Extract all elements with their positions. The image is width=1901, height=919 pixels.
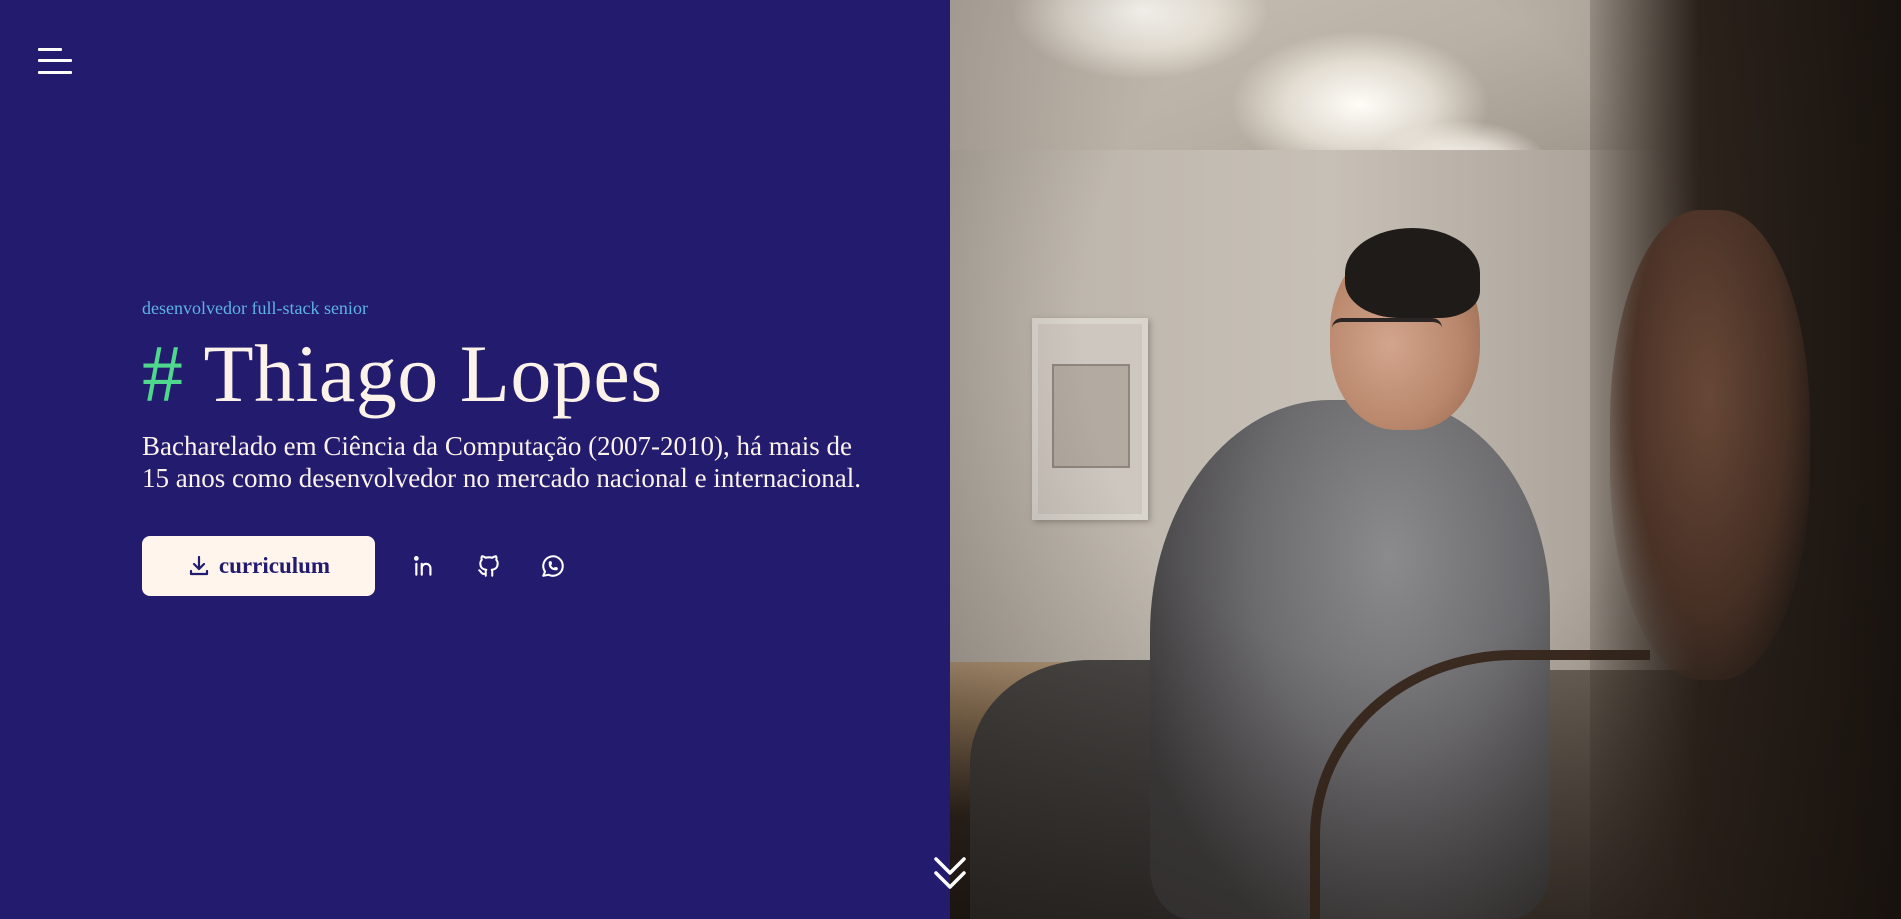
- hamburger-menu-icon[interactable]: [36, 46, 76, 78]
- menu-line: [38, 48, 62, 51]
- curriculum-label: curriculum: [218, 553, 331, 578]
- hero-content: desenvolvedor full-stack senior # Thiago …: [142, 296, 902, 596]
- menu-line: [38, 59, 72, 62]
- download-icon: [189, 555, 209, 576]
- menu-line: [38, 71, 72, 74]
- whatsapp-icon[interactable]: [539, 552, 567, 580]
- github-icon[interactable]: [475, 552, 503, 580]
- curriculum-download-button[interactable]: curriculum: [142, 536, 375, 596]
- photo-vignette: [950, 0, 1901, 919]
- page: desenvolvedor full-stack senior # Thiago …: [0, 0, 1901, 919]
- hero-actions: curriculum: [142, 536, 902, 596]
- hero-subtitle: desenvolvedor full-stack senior: [142, 298, 368, 318]
- hero-name-text: Thiago Lopes: [203, 328, 663, 419]
- social-links: [411, 552, 603, 580]
- hero-name: # Thiago Lopes: [142, 328, 902, 420]
- hero-panel: desenvolvedor full-stack senior # Thiago …: [0, 0, 950, 919]
- hero-description: Bacharelado em Ciência da Computação (20…: [142, 431, 861, 493]
- double-chevron-down-icon[interactable]: [932, 855, 968, 895]
- linkedin-icon[interactable]: [411, 552, 439, 580]
- hash-symbol: #: [142, 328, 184, 419]
- profile-photo: [950, 0, 1901, 919]
